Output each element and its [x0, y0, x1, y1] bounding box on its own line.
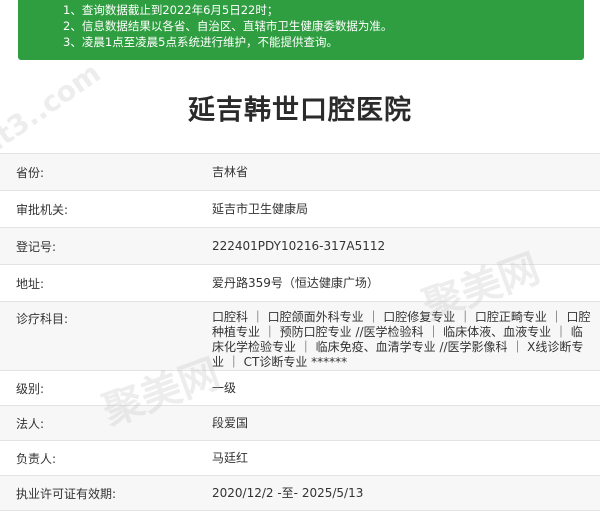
table-row-province: 省份: 吉林省: [0, 154, 600, 191]
notice-line-3: 3、凌晨1点至凌晨5点系统进行维护，不能提供查询。: [63, 35, 338, 49]
row-label: 诊疗科目:: [16, 312, 69, 326]
table-row-departments: 诊疗科目: 口腔科 ｜ 口腔颌面外科专业 ｜ 口腔修复专业 ｜ 口腔正畸专业 ｜…: [0, 302, 600, 371]
notice-line-2: 2、信息数据结果以各省、自治区、直辖市卫生健康委数据为准。: [63, 19, 393, 33]
row-label: 级别:: [16, 381, 45, 396]
row-value: 222401PDY10216-317A5112: [212, 238, 386, 253]
table-row-level: 级别: 一级: [0, 371, 600, 406]
row-label: 执业许可证有效期:: [16, 486, 117, 501]
row-value: 2020/12/2 -至- 2025/5/13: [212, 485, 364, 500]
page-title: 延吉韩世口腔医院: [188, 95, 412, 126]
row-label: 审批机关:: [16, 202, 69, 217]
notice-line-1: 1、查询数据截止到2022年6月5日22时；: [63, 3, 279, 17]
table-row-legal-rep: 法人: 段爱国: [0, 406, 600, 441]
row-value: 吉林省: [212, 164, 249, 179]
table-row-authority: 审批机关: 延吉市卫生健康局: [0, 191, 600, 228]
row-label: 地址:: [16, 276, 45, 291]
row-value: 一级: [212, 380, 237, 395]
table-row-registration: 登记号: 222401PDY10216-317A5112: [0, 228, 600, 265]
row-label: 登记号:: [16, 239, 57, 254]
table-row-license-validity: 执业许可证有效期: 2020/12/2 -至- 2025/5/13: [0, 476, 600, 511]
table-row-address: 地址: 爱丹路359号（恒达健康广场）: [0, 265, 600, 302]
row-value: 爱丹路359号（恒达健康广场）: [212, 275, 379, 290]
notice-banner: 1、查询数据截止到2022年6月5日22时； 2、信息数据结果以各省、自治区、直…: [18, 0, 584, 60]
row-label: 负责人:: [16, 451, 57, 466]
row-label: 法人:: [16, 416, 45, 431]
row-value: 口腔科 ｜ 口腔颌面外科专业 ｜ 口腔修复专业 ｜ 口腔正畸专业 ｜ 口腔种植专…: [212, 310, 591, 369]
info-table: 省份: 吉林省 审批机关: 延吉市卫生健康局 登记号: 222401PDY102…: [0, 153, 600, 511]
row-value: 马廷红: [212, 450, 249, 465]
table-row-person-in-charge: 负责人: 马廷红: [0, 441, 600, 476]
row-value: 段爱国: [212, 415, 249, 430]
row-value: 延吉市卫生健康局: [212, 201, 309, 216]
row-label: 省份:: [16, 165, 45, 180]
